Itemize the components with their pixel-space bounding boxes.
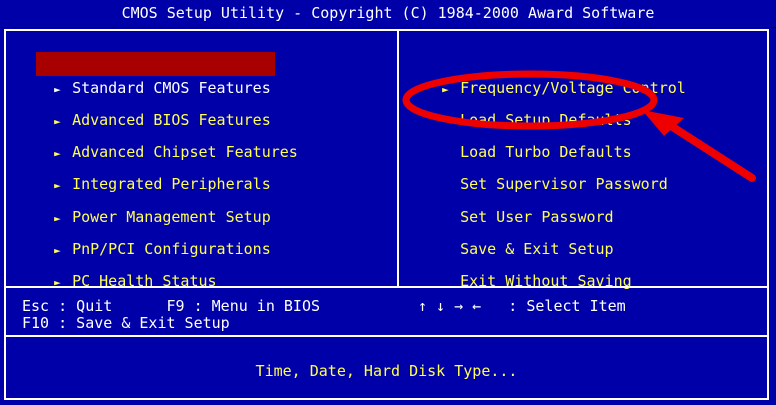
menu-item-save-exit[interactable]: Save & Exit Setup [442, 213, 614, 258]
menu-item-exit-without-saving[interactable]: Exit Without Saving [442, 245, 632, 290]
window-title: CMOS Setup Utility - Copyright (C) 1984-… [121, 4, 655, 22]
divider-help-status [4, 335, 769, 337]
menu-item-power-management[interactable]: ► Power Management Setup [36, 181, 271, 226]
status-text: Time, Date, Hard Disk Type... [255, 362, 518, 380]
help-quit-menu: Esc : Quit F9 : Menu in BIOS [22, 297, 321, 315]
menu-item-integrated-peripherals[interactable]: ► Integrated Peripherals [36, 148, 271, 193]
menu-item-pc-health[interactable]: ► PC Health Status [36, 245, 217, 290]
menu-item-user-password[interactable]: Set User Password [442, 181, 614, 226]
menu-item-supervisor-password[interactable]: Set Supervisor Password [442, 148, 668, 193]
menu-item-advanced-bios[interactable]: ► Advanced BIOS Features [36, 84, 271, 129]
menu-item-load-setup-defaults[interactable]: Load Setup Defaults [442, 84, 632, 129]
divider-columns [397, 29, 399, 288]
menu-item-pnp-pci[interactable]: ► PnP/PCI Configurations [36, 213, 271, 258]
arrow-right-icon: ► [54, 276, 61, 289]
menu-item-standard-cmos[interactable]: ► Standard CMOS Features [36, 52, 275, 97]
status-line: Time, Date, Hard Disk Type... [4, 355, 769, 387]
menu-item-frequency-voltage[interactable]: ► Frequency/Voltage Control [424, 52, 686, 97]
help-select-item: ↑ ↓ → ← : Select Item [418, 297, 626, 315]
title-bar: CMOS Setup Utility - Copyright (C) 1984-… [0, 0, 776, 28]
menu-item-load-turbo-defaults[interactable]: Load Turbo Defaults [442, 116, 632, 161]
menu-item-advanced-chipset[interactable]: ► Advanced Chipset Features [36, 116, 298, 161]
help-save-exit: F10 : Save & Exit Setup [22, 314, 230, 332]
